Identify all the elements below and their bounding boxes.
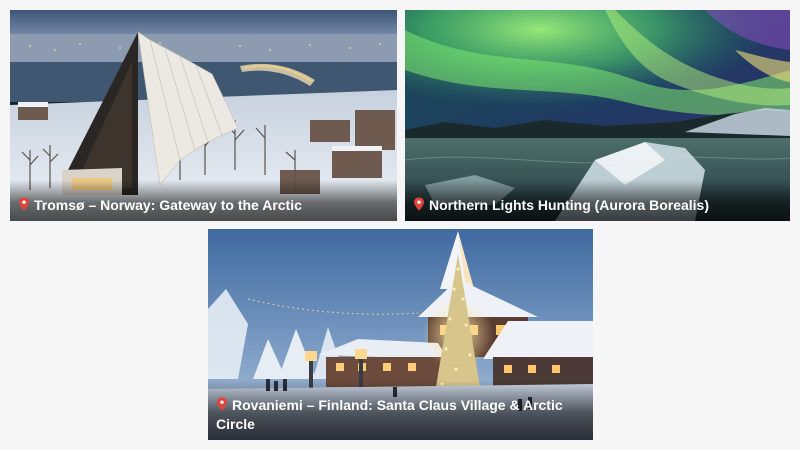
destination-caption-text: Rovaniemi – Finland: Santa Claus Village… bbox=[216, 397, 563, 432]
destination-card-northern-lights[interactable]: Northern Lights Hunting (Aurora Borealis… bbox=[405, 10, 790, 221]
destination-caption: Northern Lights Hunting (Aurora Borealis… bbox=[405, 180, 790, 221]
destination-caption-text: Tromsø – Norway: Gateway to the Arctic bbox=[34, 197, 302, 213]
destinations-gallery: Tromsø – Norway: Gateway to the Arctic N… bbox=[0, 0, 800, 450]
map-pin-icon bbox=[217, 397, 227, 411]
destination-caption-text: Northern Lights Hunting (Aurora Borealis… bbox=[429, 197, 709, 213]
destination-caption: Tromsø – Norway: Gateway to the Arctic bbox=[10, 180, 397, 221]
destination-caption: Rovaniemi – Finland: Santa Claus Village… bbox=[208, 380, 593, 440]
map-pin-icon bbox=[414, 197, 424, 211]
map-pin-icon bbox=[19, 197, 29, 211]
destination-card-tromso[interactable]: Tromsø – Norway: Gateway to the Arctic bbox=[10, 10, 397, 221]
destination-card-rovaniemi[interactable]: Rovaniemi – Finland: Santa Claus Village… bbox=[208, 229, 593, 440]
